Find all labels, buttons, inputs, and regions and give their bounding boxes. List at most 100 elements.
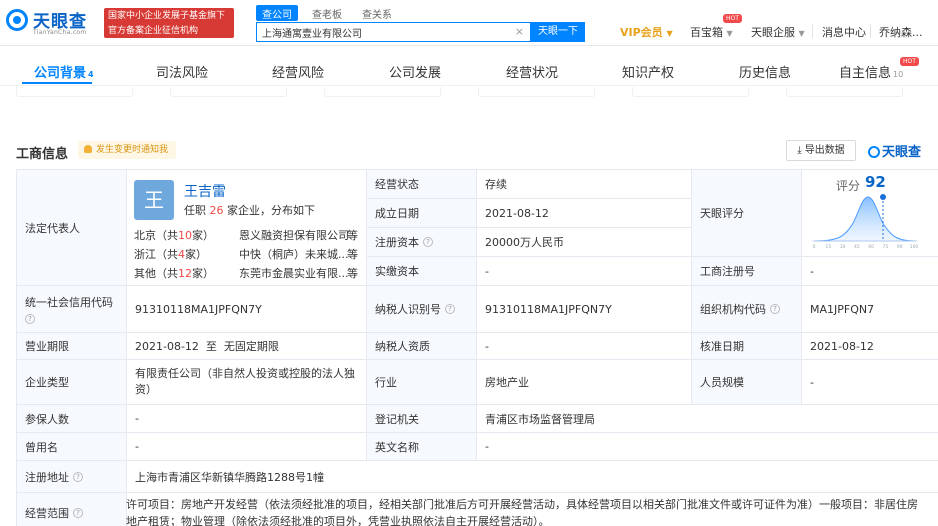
credit-code-label: 统一社会信用代码?: [17, 286, 127, 333]
insured-label: 参保人数: [17, 405, 127, 433]
authority-value: 青浦区市场监督管理局: [477, 405, 938, 433]
nav-enterprise-service[interactable]: 天眼企服 ▼: [751, 24, 805, 40]
region-name: 浙江: [134, 248, 156, 261]
former-name-value: -: [127, 433, 367, 461]
tab-company-development[interactable]: 公司发展: [389, 62, 441, 81]
logo-eye-icon: [868, 146, 880, 158]
clear-icon[interactable]: ×: [515, 25, 524, 38]
nav-message-center[interactable]: 消息中心: [822, 24, 866, 40]
score-axis-tick: 90: [897, 244, 903, 250]
avatar[interactable]: 王: [134, 180, 174, 220]
region-count: 10: [178, 229, 192, 242]
gov-badge-line1: 国家中小企业发展子基金旗下: [108, 11, 226, 21]
region-etc: 等: [347, 248, 358, 261]
tab-intellectual-property[interactable]: 知识产权: [622, 62, 674, 81]
score-marker-dot: [880, 194, 886, 200]
notify-label: 发生变更时通知我: [96, 145, 169, 155]
region-etc: 等: [347, 267, 358, 280]
hot-badge: HOT: [723, 14, 742, 23]
scope-label-text: 经营范围: [25, 506, 69, 520]
business-info-table: 法定代表人 经营状态 存续 成立日期 2021-08-12 注册资本? 2000…: [16, 169, 938, 526]
vip-member-link[interactable]: VIP会员 ▼: [620, 24, 673, 40]
orgcode-label-text: 组织机构代码: [700, 303, 766, 316]
address-value: 上海市青浦区华新镇华腾路1288号1幢: [127, 461, 938, 493]
logo-subtext: TianYanCha.com: [33, 29, 87, 36]
nav-toolbox[interactable]: 百宝箱 ▼: [690, 24, 733, 40]
paid-capital-label: 实缴资本: [367, 257, 477, 286]
status-value: 存续: [477, 170, 692, 199]
tab-count: 4: [88, 70, 94, 79]
staff-size-value: -: [802, 360, 938, 405]
search-tab-boss[interactable]: 查老板: [306, 5, 348, 21]
region-etc: 等: [347, 229, 358, 242]
help-icon[interactable]: ?: [770, 304, 780, 314]
region-count-post: 家）: [192, 229, 214, 242]
tianyancha-logo[interactable]: 天眼查 TianYanCha.com: [6, 6, 101, 40]
search-tab-company[interactable]: 查公司: [256, 5, 298, 21]
sub-card: [324, 87, 441, 97]
search-box: ×: [256, 22, 531, 42]
credit-code-label-text: 统一社会信用代码: [25, 296, 113, 309]
region-name: 其他: [134, 267, 156, 280]
paid-capital-value: -: [477, 257, 692, 286]
help-icon[interactable]: ?: [73, 507, 83, 518]
help-icon[interactable]: ?: [25, 314, 35, 324]
score-value: 92: [865, 173, 886, 191]
region-count: 4: [178, 248, 185, 261]
score-axis-tick: 60: [868, 244, 874, 250]
legal-region-row[interactable]: 北京（共10家） 恩义融资担保有限公司等: [134, 227, 358, 243]
user-menu[interactable]: 乔纳森...: [879, 24, 923, 40]
export-data-button[interactable]: ⤓ 导出数据: [786, 140, 856, 161]
score-axis-tick: 75: [883, 244, 889, 250]
change-notify-button[interactable]: 发生变更时通知我: [78, 141, 177, 159]
term-label: 营业期限: [17, 333, 127, 360]
search-button[interactable]: 天眼一下: [531, 22, 585, 42]
export-label: 导出数据: [804, 145, 845, 156]
region-count-post: 家）: [192, 267, 214, 280]
staff-size-label: 人员规模: [692, 360, 802, 405]
legal-rep-summary: 任职 26 家企业，分布如下: [184, 202, 315, 218]
hot-badge: HOT: [900, 57, 919, 66]
tab-history[interactable]: 历史信息: [739, 62, 791, 81]
divider: [870, 24, 871, 38]
orgcode-value: MA1JPFQN7: [802, 286, 938, 333]
summary-prefix: 任职: [184, 204, 206, 217]
tab-operating-status[interactable]: 经营状况: [506, 62, 558, 81]
gov-badge: 国家中小企业发展子基金旗下 官方备案企业征信机构: [104, 8, 234, 38]
summary-count: 26: [209, 204, 224, 217]
tax-qualification-label: 纳税人资质: [367, 333, 477, 360]
nav-enterprise-service-label: 天眼企服: [751, 26, 795, 39]
region-count: 12: [178, 267, 192, 280]
tab-label: 自主信息: [839, 66, 892, 81]
insured-value: -: [127, 405, 367, 433]
tab-judicial-risk[interactable]: 司法风险: [156, 62, 208, 81]
tab-company-background[interactable]: 公司背景 4: [34, 62, 94, 81]
tab-operating-risk[interactable]: 经营风险: [272, 62, 324, 81]
help-icon[interactable]: ?: [445, 304, 455, 314]
tab-self-info[interactable]: 自主信息 10: [839, 62, 903, 81]
capital-label-text: 注册资本: [375, 236, 419, 249]
english-name-label: 英文名称: [367, 433, 477, 461]
region-count-post: 家）: [185, 248, 207, 261]
taxid-value: 91310118MA1JPFQN7Y: [477, 286, 692, 333]
sub-card-strip: [0, 87, 938, 98]
search-tab-relation[interactable]: 查关系: [356, 5, 398, 21]
sub-card: [478, 87, 595, 97]
help-icon[interactable]: ?: [423, 237, 433, 247]
region-org: 东莞市金晨实业有限...: [239, 267, 349, 280]
score-axis-tick: 100: [910, 244, 919, 250]
legal-rep-name[interactable]: 王吉雷: [184, 181, 226, 201]
download-icon: ⤓: [797, 145, 802, 156]
legal-region-row[interactable]: 浙江（共4家） 中快（桐庐）未来城... 等: [134, 246, 358, 262]
approve-date-label: 核准日期: [692, 333, 802, 360]
authority-label: 登记机关: [367, 405, 477, 433]
regno-value: -: [802, 257, 938, 286]
region-org: 中快（桐庐）未来城...: [239, 248, 349, 261]
sub-card: [170, 87, 287, 97]
help-icon[interactable]: ?: [73, 471, 83, 482]
region-org: 恩义融资担保有限公司: [239, 229, 349, 242]
legal-region-row[interactable]: 其他（共12家） 东莞市金晨实业有限... 等: [134, 265, 358, 281]
search-input[interactable]: [257, 23, 507, 41]
tab-label: 公司背景: [34, 66, 87, 81]
regno-label: 工商注册号: [692, 257, 802, 286]
